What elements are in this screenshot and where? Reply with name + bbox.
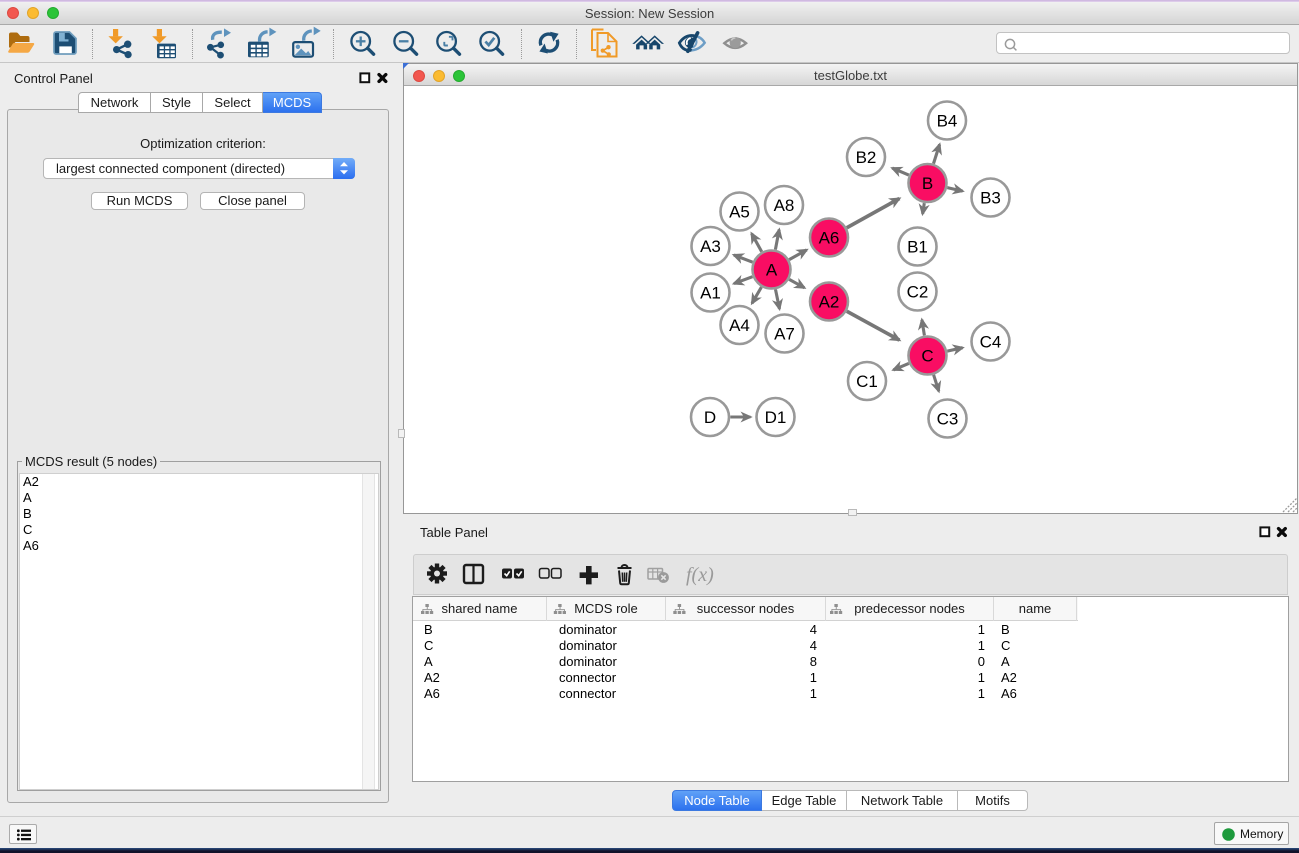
svg-text:A5: A5 — [729, 203, 750, 222]
svg-text:A8: A8 — [774, 196, 795, 215]
svg-text:C1: C1 — [856, 372, 878, 391]
svg-text:C3: C3 — [937, 410, 959, 429]
svg-text:B: B — [922, 174, 933, 193]
svg-text:C2: C2 — [907, 283, 929, 302]
svg-text:C: C — [921, 347, 933, 366]
svg-text:B2: B2 — [856, 148, 877, 167]
svg-text:A2: A2 — [819, 293, 840, 312]
svg-text:A4: A4 — [729, 316, 750, 335]
svg-text:A6: A6 — [819, 229, 840, 248]
svg-text:D1: D1 — [765, 408, 787, 427]
svg-text:A7: A7 — [774, 325, 795, 344]
svg-text:f(x): f(x) — [686, 564, 714, 586]
svg-text:A: A — [766, 261, 778, 280]
svg-text:B3: B3 — [980, 189, 1001, 208]
svg-text:C4: C4 — [980, 333, 1002, 352]
svg-text:A1: A1 — [700, 284, 721, 303]
svg-text:B1: B1 — [907, 238, 928, 257]
svg-text:A3: A3 — [700, 237, 721, 256]
svg-text:D: D — [704, 408, 716, 427]
svg-text:B4: B4 — [937, 112, 958, 131]
